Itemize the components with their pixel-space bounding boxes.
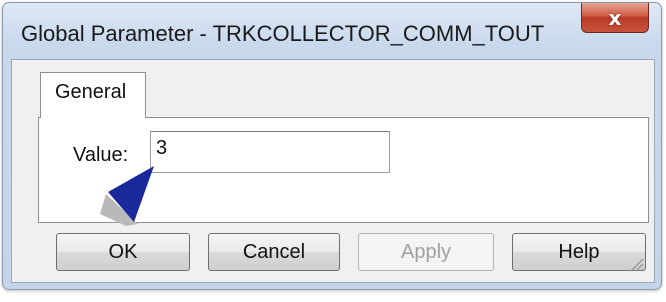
resize-grip-icon[interactable] [628,256,644,272]
cancel-button[interactable]: Cancel [208,233,340,271]
value-input[interactable] [150,131,390,173]
apply-button[interactable]: Apply [358,233,494,271]
help-button[interactable]: Help [512,233,646,271]
dialog-client-area: General Value: OK Cancel Apply Help [11,59,655,283]
ok-button[interactable]: OK [56,233,190,271]
tab-general[interactable]: General [40,72,146,118]
title-bar[interactable]: Global Parameter - TRKCOLLECTOR_COMM_TOU… [3,3,661,59]
pointer-arrow-icon [100,166,154,226]
close-button[interactable]: x [581,3,649,33]
window-title: Global Parameter - TRKCOLLECTOR_COMM_TOU… [21,21,545,46]
page: Global Parameter - TRKCOLLECTOR_COMM_TOU… [0,0,666,302]
dialog-window: Global Parameter - TRKCOLLECTOR_COMM_TOU… [2,2,662,290]
close-icon: x [608,5,622,30]
tab-general-label: General [55,81,127,103]
